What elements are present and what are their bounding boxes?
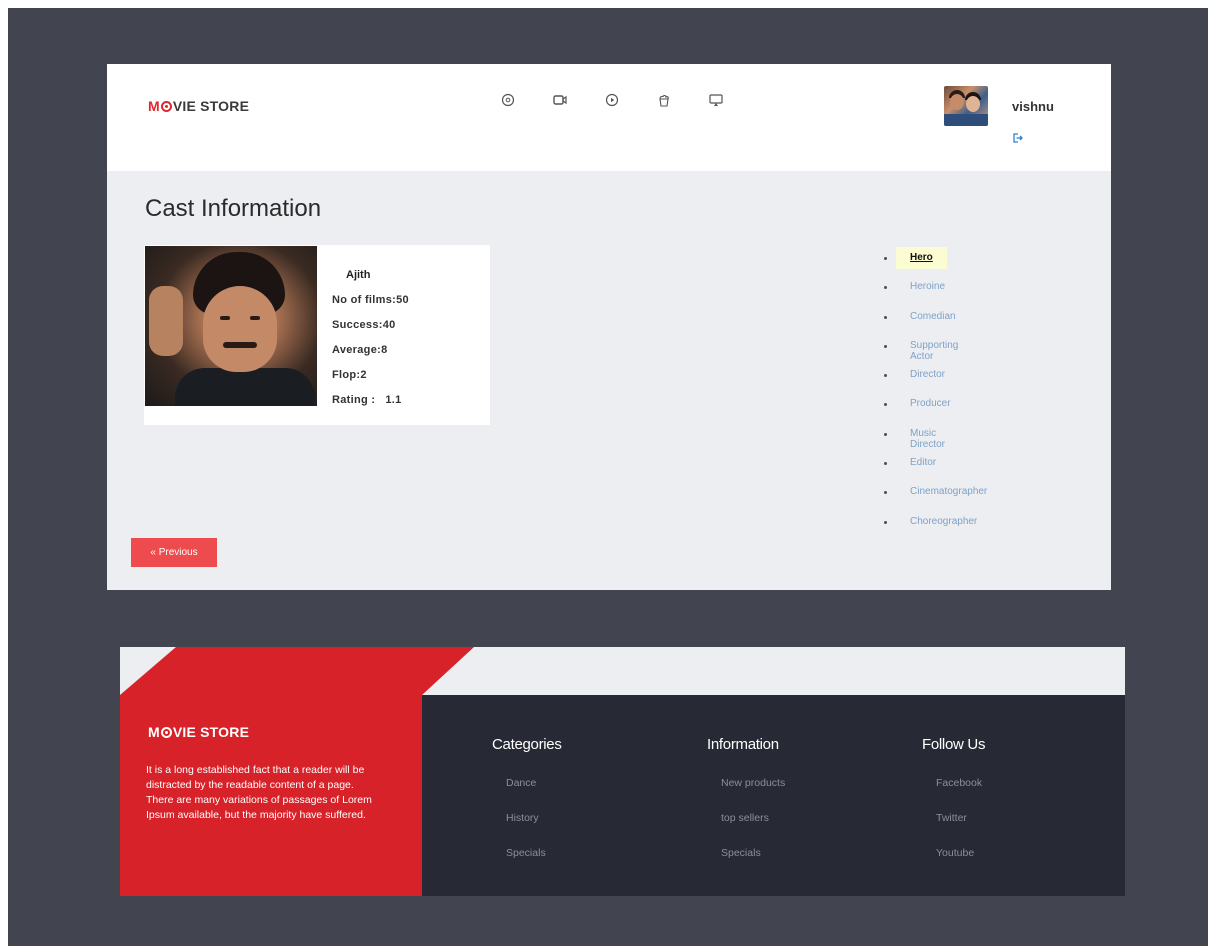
cast-screen-icon[interactable] [690,91,742,109]
cast-success: Success:40 [332,319,396,331]
logout-icon[interactable] [1011,132,1023,144]
footer-column-title: Information [707,736,779,753]
footer-column-categories: Categories Dance History Specials [492,736,562,859]
header: M VIE STORE vishnu [107,64,1111,171]
cast-films: No of films:50 [332,294,409,306]
username: vishnu [1012,99,1054,114]
role-label[interactable]: Supporting Actor [910,340,958,362]
footer-link-youtube[interactable]: Youtube [936,847,974,859]
main-card: M VIE STORE vishnu Cast Information Ajit… [107,64,1111,590]
logo-text: VIE STORE [172,98,250,114]
cast-photo [145,246,317,406]
footer-logo-o-mark [160,727,172,738]
role-label[interactable]: Producer [910,398,951,409]
rating-label: Rating : [332,394,376,406]
footer-link-dance[interactable]: Dance [506,777,536,789]
cast-name: Ajith [346,269,371,281]
footer-column-title: Categories [492,736,562,753]
footer-logo[interactable]: M VIE STORE [148,724,249,740]
previous-button[interactable]: « Previous [131,538,217,567]
play-icon[interactable] [586,91,638,109]
footer-link-specials[interactable]: Specials [506,847,546,859]
footer-link-specials[interactable]: Specials [721,847,761,859]
footer-column-follow-us: Follow Us Facebook Twitter Youtube [922,736,986,859]
footer: M VIE STORE It is a long established fact… [120,647,1125,896]
site-logo[interactable]: M VIE STORE [148,98,249,114]
nav-icon-bar [482,91,742,109]
role-label[interactable]: Comedian [910,311,956,322]
footer-link-top-sellers[interactable]: top sellers [721,812,769,824]
popcorn-icon[interactable] [638,91,690,109]
role-label[interactable]: Editor [910,457,936,468]
role-label[interactable]: Hero [896,247,947,269]
cast-rating: Rating : 1.1 [332,394,402,406]
cast-card: Ajith No of films:50 Success:40 Average:… [144,245,490,425]
footer-link-new-products[interactable]: New products [721,777,785,789]
cast-average: Average:8 [332,344,388,356]
cast-flop: Flop:2 [332,369,367,381]
role-label[interactable]: Director [910,369,945,380]
page-title: Cast Information [145,195,322,222]
user-avatar[interactable] [944,86,988,126]
footer-column-information: Information New products top sellers Spe… [707,736,785,859]
footer-column-title: Follow Us [922,736,986,753]
role-label[interactable]: Choreographer [910,516,977,527]
logo-o-mark [160,101,172,112]
footer-about-line: It is a long established fact that a rea… [146,764,365,791]
footer-logo-text: VIE STORE [172,724,250,740]
footer-link-twitter[interactable]: Twitter [936,812,967,824]
role-label[interactable]: Music Director [910,428,945,450]
footer-link-history[interactable]: History [506,812,539,824]
rating-value: 1.1 [385,394,402,406]
video-camera-icon[interactable] [534,91,586,109]
logo-letter-m: M [148,98,160,114]
footer-about: It is a long established fact that a rea… [146,763,396,823]
footer-logo-letter-m: M [148,724,160,740]
role-label[interactable]: Heroine [910,281,945,292]
footer-link-facebook[interactable]: Facebook [936,777,982,789]
footer-about-line: There are many variations of passages of… [146,794,372,821]
role-label[interactable]: Cinematographer [910,486,987,497]
search-icon[interactable] [482,91,534,109]
